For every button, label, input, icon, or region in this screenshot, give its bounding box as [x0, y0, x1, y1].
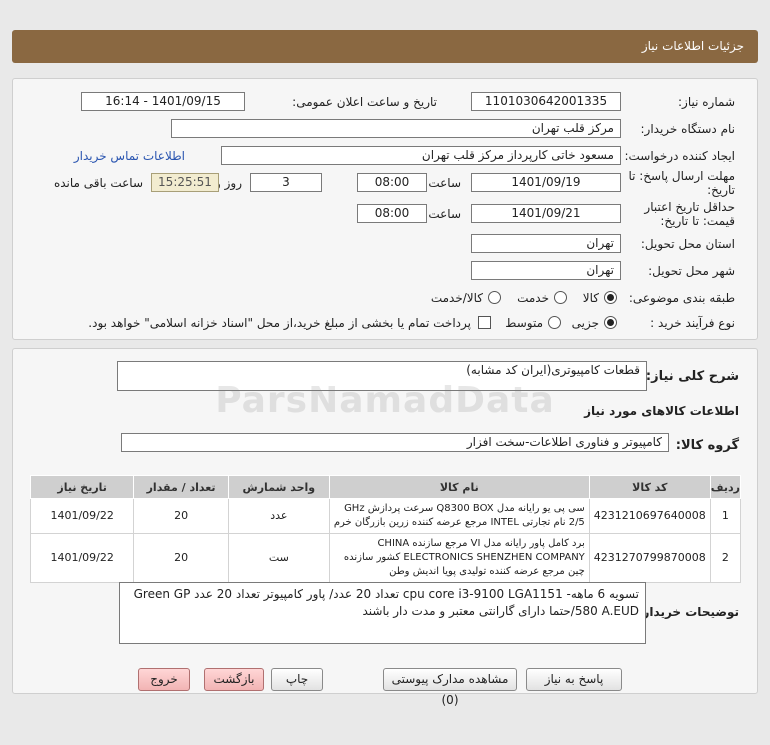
need-number-label: شماره نیاز: [678, 95, 735, 109]
col-qty-header: تعداد / مقدار [133, 475, 229, 499]
need-number-field: 1101030642001335 [471, 92, 621, 111]
cell-date: 1401/09/22 [29, 498, 135, 534]
treasury-checkbox[interactable] [478, 316, 491, 329]
attachments-button[interactable]: مشاهده مدارک پیوستی (0) [383, 668, 517, 707]
requester-field: مسعود خاتی کارپرداز مرکز قلب تهران [221, 146, 621, 165]
deadline-time-field: 08:00 [357, 173, 427, 192]
validity-date-field: 1401/09/21 [471, 204, 621, 223]
cell-unit: عدد [227, 498, 330, 534]
process-minor-radio[interactable] [604, 316, 617, 329]
buyer-contact-link[interactable]: اطلاعات تماس خریدار [74, 149, 185, 163]
cell-name: سی پی یو رایانه مدل Q8300 BOX سرعت پرداز… [328, 498, 590, 534]
col-date-header: تاریخ نیاز [29, 475, 135, 499]
category-both-label: کالا/خدمت [430, 291, 483, 305]
days-label: روز و [215, 176, 242, 190]
category-goods-radio[interactable] [604, 291, 617, 304]
summary-field: قطعات کامپیوتری(ایران کد مشابه) [117, 361, 647, 391]
table-row: 2 4231270799870008 برد کامل پاور رایانه … [29, 533, 742, 583]
cell-code: 4231270799870008 [588, 533, 711, 583]
announce-field: 1401/09/15 - 16:14 [81, 92, 245, 111]
back-button[interactable]: بازگشت [204, 668, 264, 691]
remaining-label: ساعت باقی مانده [53, 176, 143, 190]
province-label: استان محل تحویل: [640, 237, 735, 251]
process-label: نوع فرآیند خرید : [650, 316, 735, 330]
announce-label: تاریخ و ساعت اعلان عمومی: [292, 95, 437, 109]
process-minor-label: جزیی [571, 316, 599, 330]
buyer-org-label: نام دستگاه خریدار: [640, 122, 736, 136]
cell-qty: 20 [133, 533, 229, 583]
deadline-label: مهلت ارسال پاسخ: تا تاریخ: [628, 169, 735, 197]
cell-unit: ست [227, 533, 330, 583]
col-row-header: ردیف [709, 475, 742, 499]
cell-row: 2 [709, 533, 742, 583]
cell-row: 1 [709, 498, 742, 534]
deadline-time-label: ساعت [428, 176, 461, 190]
summary-label: شرح کلی نیاز: [645, 369, 739, 384]
goods-table: ردیف کد کالا نام کالا واحد شمارش تعداد /… [29, 475, 742, 583]
validity-time-label: ساعت [428, 207, 461, 221]
need-details-panel: شرح کلی نیاز: قطعات کامپیوتری(ایران کد م… [12, 348, 758, 694]
cell-name: برد کامل پاور رایانه مدل VI مرجع سازنده … [328, 533, 590, 583]
page-title: جزئیات اطلاعات نیاز [641, 39, 744, 53]
exit-button[interactable]: خروج [138, 668, 190, 691]
remaining-time-field: 15:25:51 [151, 173, 219, 192]
city-label: شهر محل تحویل: [648, 264, 735, 278]
cell-date: 1401/09/22 [29, 533, 135, 583]
buyer-org-field: مرکز قلب تهران [171, 119, 621, 138]
deadline-date-field: 1401/09/19 [471, 173, 621, 192]
validity-label: حداقل تاریخ اعتبار قیمت: تا تاریخ: [644, 200, 735, 228]
category-both-radio[interactable] [488, 291, 501, 304]
category-label: طبقه بندی موضوعی: [628, 291, 735, 305]
goods-info-title: اطلاعات کالاهای مورد نیاز [584, 404, 739, 418]
goods-group-label: گروه کالا: [675, 438, 739, 453]
goods-group-field: کامپیوتر و فناوری اطلاعات-سخت افزار [121, 433, 669, 452]
city-field: تهران [471, 261, 621, 280]
payment-note: پرداخت تمام یا بخشی از مبلغ خرید،از محل … [88, 316, 471, 330]
category-service-label: خدمت [517, 291, 549, 305]
province-field: تهران [471, 234, 621, 253]
need-info-panel: شماره نیاز: 1101030642001335 تاریخ و ساع… [12, 78, 758, 340]
days-field: 3 [250, 173, 322, 192]
cell-code: 4231210697640008 [588, 498, 711, 534]
buyer-notes: تسویه 6 ماهه- cpu core i3-9100 LGA1151 ت… [119, 582, 646, 644]
requester-label: ایجاد کننده درخواست: [624, 149, 735, 163]
col-unit-header: واحد شمارش [227, 475, 330, 499]
col-name-header: نام کالا [328, 475, 590, 499]
process-medium-label: متوسط [505, 316, 543, 330]
col-code-header: کد کالا [588, 475, 711, 499]
print-button[interactable]: چاپ [271, 668, 323, 691]
reply-button[interactable]: پاسخ به نیاز [526, 668, 622, 691]
process-medium-radio[interactable] [548, 316, 561, 329]
category-service-radio[interactable] [554, 291, 567, 304]
validity-time-field: 08:00 [357, 204, 427, 223]
notes-label: توضیحات خریدار: [637, 605, 739, 619]
cell-qty: 20 [133, 498, 229, 534]
category-goods-label: کالا [582, 291, 599, 305]
table-row: 1 4231210697640008 سی پی یو رایانه مدل Q… [29, 498, 742, 534]
page-header: جزئیات اطلاعات نیاز [12, 30, 758, 63]
